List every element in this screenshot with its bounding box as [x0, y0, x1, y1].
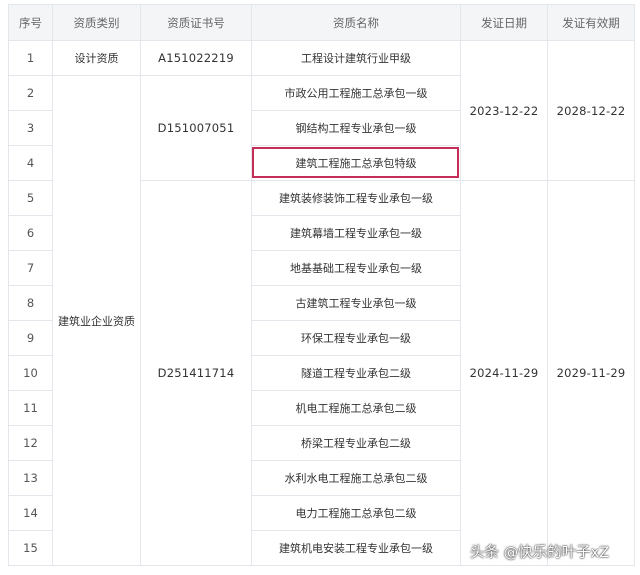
category-cell: 建筑业企业资质: [52, 75, 141, 566]
watermark: 头条 @快乐的叶子xZ: [470, 545, 610, 561]
row-index: 7: [8, 250, 53, 286]
row-index: 15: [8, 530, 53, 566]
qualification-name-cell: 建筑机电安装工程专业承包一级: [251, 530, 461, 566]
qualification-table: 序号 资质类别 资质证书号 资质名称 发证日期 发证有效期 1 设计资质 A15…: [8, 4, 635, 566]
qualification-name-cell: 市政公用工程施工总承包一级: [251, 75, 461, 111]
certificate-cell: D151007051: [140, 75, 252, 181]
certificate-cell: A151022219: [140, 40, 252, 76]
row-index: 12: [8, 425, 53, 461]
category-cell: 设计资质: [52, 40, 141, 76]
qualification-name-cell: 建筑幕墙工程专业承包一级: [251, 215, 461, 251]
row-index: 14: [8, 495, 53, 531]
row-index: 11: [8, 390, 53, 426]
row-index: 13: [8, 460, 53, 496]
qualification-name-cell: 机电工程施工总承包二级: [251, 390, 461, 426]
qualification-name-cell: 电力工程施工总承包二级: [251, 495, 461, 531]
header-qualification-name: 资质名称: [251, 4, 461, 41]
row-index: 3: [8, 110, 53, 146]
qualification-name-cell: 工程设计建筑行业甲级: [251, 40, 461, 76]
qualification-name-cell: 建筑装修装饰工程专业承包一级: [251, 180, 461, 216]
qualification-name-cell: 环保工程专业承包一级: [251, 320, 461, 356]
qualification-name-cell: 桥梁工程专业承包二级: [251, 425, 461, 461]
qualification-name-cell: 古建筑工程专业承包一级: [251, 285, 461, 321]
qualification-name-cell-highlighted: 建筑工程施工总承包特级: [251, 145, 461, 181]
header-index: 序号: [8, 4, 53, 41]
row-index: 6: [8, 215, 53, 251]
qualification-name-cell: 地基基础工程专业承包一级: [251, 250, 461, 286]
row-index: 8: [8, 285, 53, 321]
valid-until-cell: 2029-11-29: [547, 180, 635, 566]
row-index: 4: [8, 145, 53, 181]
row-index: 1: [8, 40, 53, 76]
table-row: 1 设计资质 A151022219 工程设计建筑行业甲级 2023-12-22 …: [8, 40, 635, 181]
qualification-name-cell: 水利水电工程施工总承包二级: [251, 460, 461, 496]
header-certificate-number: 资质证书号: [140, 4, 252, 41]
certificate-cell: D251411714: [140, 180, 252, 566]
qualification-name-cell: 钢结构工程专业承包一级: [251, 110, 461, 146]
issue-date-cell: 2024-11-29: [460, 180, 548, 566]
header-issue-date: 发证日期: [460, 4, 548, 41]
header-valid-until: 发证有效期: [547, 4, 635, 41]
table-header-row: 序号 资质类别 资质证书号 资质名称 发证日期 发证有效期: [8, 4, 635, 41]
row-index: 10: [8, 355, 53, 391]
row-index: 5: [8, 180, 53, 216]
issue-date-cell: 2023-12-22: [460, 40, 548, 181]
row-index: 2: [8, 75, 53, 111]
row-index: 9: [8, 320, 53, 356]
header-category: 资质类别: [52, 4, 141, 41]
qualification-name-cell: 隧道工程专业承包二级: [251, 355, 461, 391]
valid-until-cell: 2028-12-22: [547, 40, 635, 181]
